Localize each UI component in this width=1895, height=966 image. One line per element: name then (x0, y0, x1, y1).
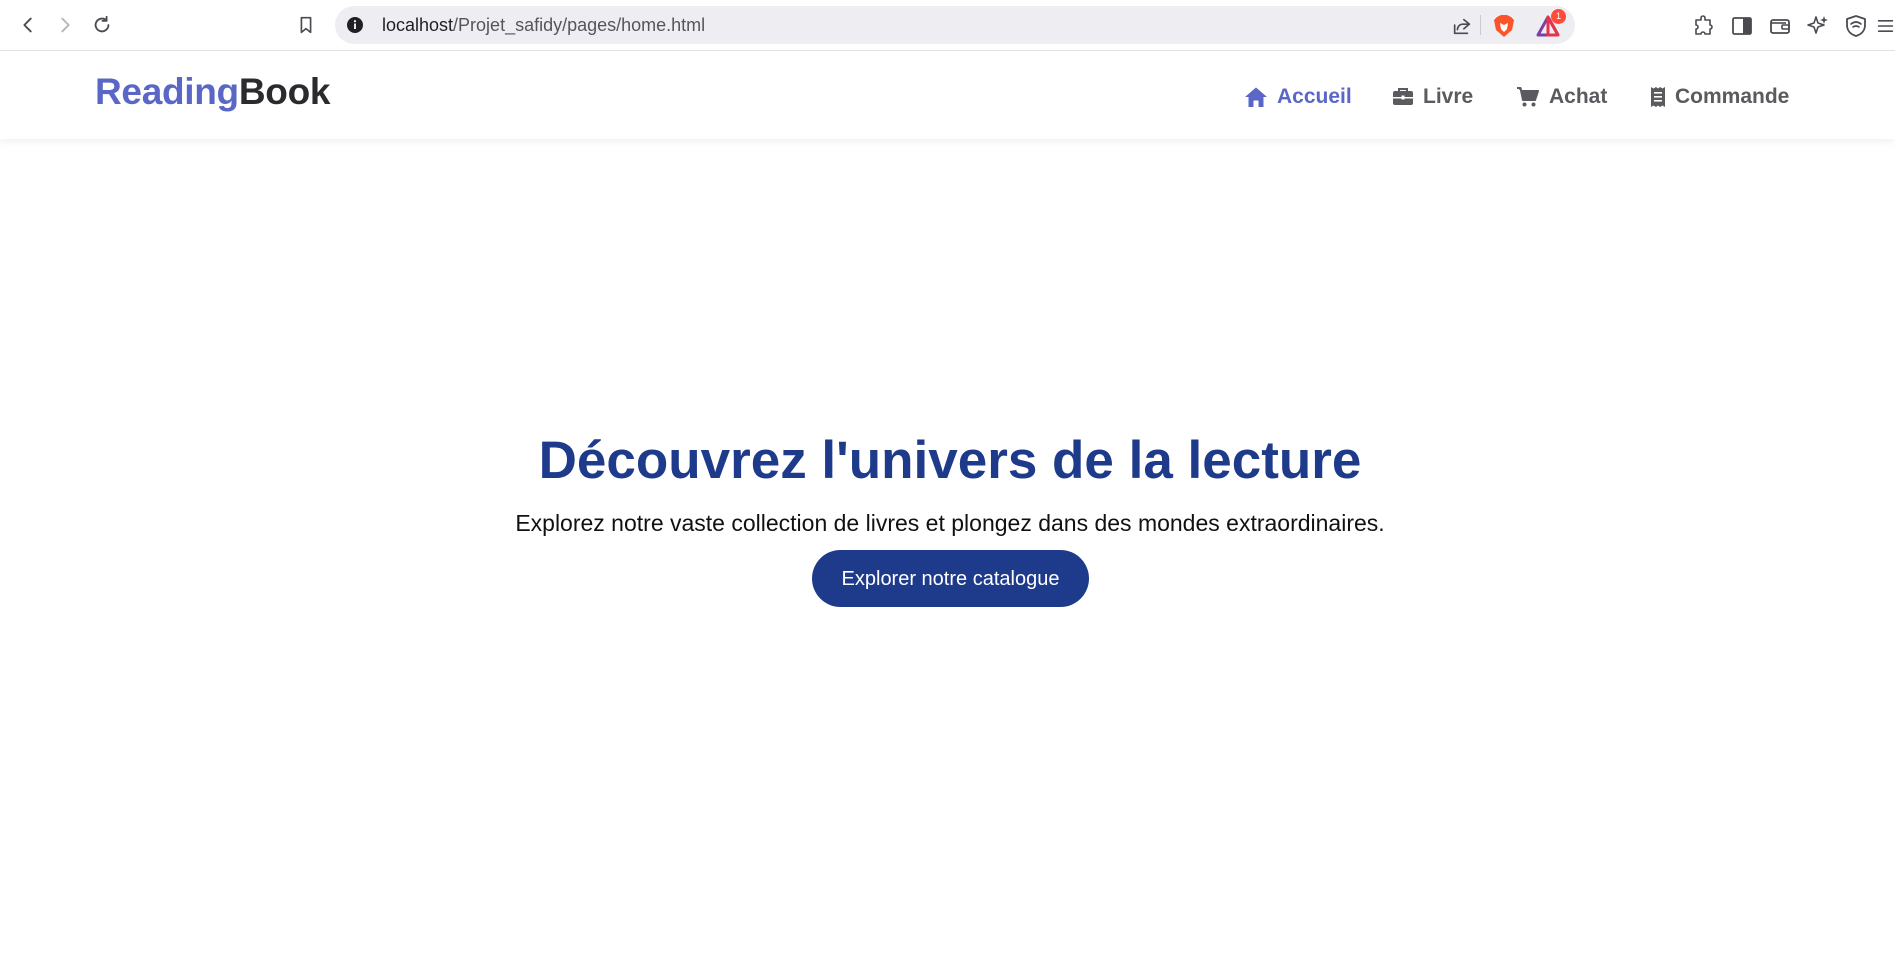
reload-button[interactable] (87, 10, 117, 40)
bookmark-icon (300, 16, 312, 34)
vpn-button[interactable] (1843, 13, 1869, 39)
share-icon (1453, 18, 1471, 35)
nav-item-livre[interactable]: Livre (1392, 83, 1473, 111)
receipt-icon (1651, 87, 1665, 107)
hero-subtitle: Explorez notre vaste collection de livre… (515, 510, 1385, 536)
shield-icon (1846, 15, 1866, 37)
nav-item-accueil[interactable]: Accueil (1244, 83, 1352, 111)
info-icon (347, 17, 363, 33)
url-path: /Projet_safidy/pages/home.html (453, 15, 706, 35)
brave-shields-button[interactable] (1492, 14, 1516, 38)
hamburger-menu-icon (1877, 20, 1894, 32)
sparkle-icon (1807, 16, 1828, 34)
bookmark-button[interactable] (291, 10, 321, 40)
leo-ai-button[interactable] (1805, 13, 1831, 39)
extensions-button[interactable] (1691, 13, 1717, 39)
explore-catalogue-button[interactable]: Explorer notre catalogue (812, 550, 1089, 607)
home-icon (1245, 87, 1267, 107)
menu-button[interactable] (1876, 13, 1895, 39)
url-host: localhost (382, 15, 454, 35)
cart-icon (1517, 87, 1539, 107)
wallet-button[interactable] (1767, 13, 1793, 39)
back-button[interactable] (13, 10, 43, 40)
address-bar[interactable]: localhost/Projet_safidy/pages/home.html … (335, 6, 1575, 44)
puzzle-icon (1695, 15, 1713, 35)
wallet-icon (1770, 19, 1790, 34)
nav-label-accueil: Accueil (1277, 85, 1352, 108)
nav-label-commande: Commande (1675, 85, 1790, 108)
hero-title: Découvrez l'univers de la lecture (538, 431, 1362, 490)
forward-button[interactable] (50, 10, 80, 40)
browser-toolbar: localhost/Projet_safidy/pages/home.html … (0, 0, 1895, 51)
brave-lion-icon (1494, 15, 1514, 37)
nav-label-achat: Achat (1549, 85, 1608, 108)
nav-label-livre: Livre (1423, 85, 1474, 108)
brand-part-book: Book (238, 71, 331, 112)
address-divider (1480, 15, 1481, 35)
brand-logo[interactable]: ReadingBook (95, 71, 330, 113)
notification-badge: 1 (1551, 9, 1566, 24)
nav-item-achat[interactable]: Achat (1516, 83, 1607, 111)
briefcase-icon (1393, 88, 1413, 105)
back-arrow-icon (23, 17, 32, 33)
sidebar-toggle-button[interactable] (1729, 13, 1755, 39)
share-button[interactable] (1450, 14, 1474, 38)
forward-arrow-icon (61, 17, 70, 33)
reload-icon (94, 15, 110, 33)
sidebar-icon (1732, 17, 1752, 35)
site-header: ReadingBook Accueil Livre Achat Commande (0, 51, 1895, 139)
brave-rewards-button[interactable]: 1 (1536, 9, 1566, 38)
url-text: localhost/Projet_safidy/pages/home.html (382, 6, 705, 44)
brand-part-reading: Reading (95, 71, 239, 112)
nav-item-commande[interactable]: Commande (1650, 83, 1789, 111)
